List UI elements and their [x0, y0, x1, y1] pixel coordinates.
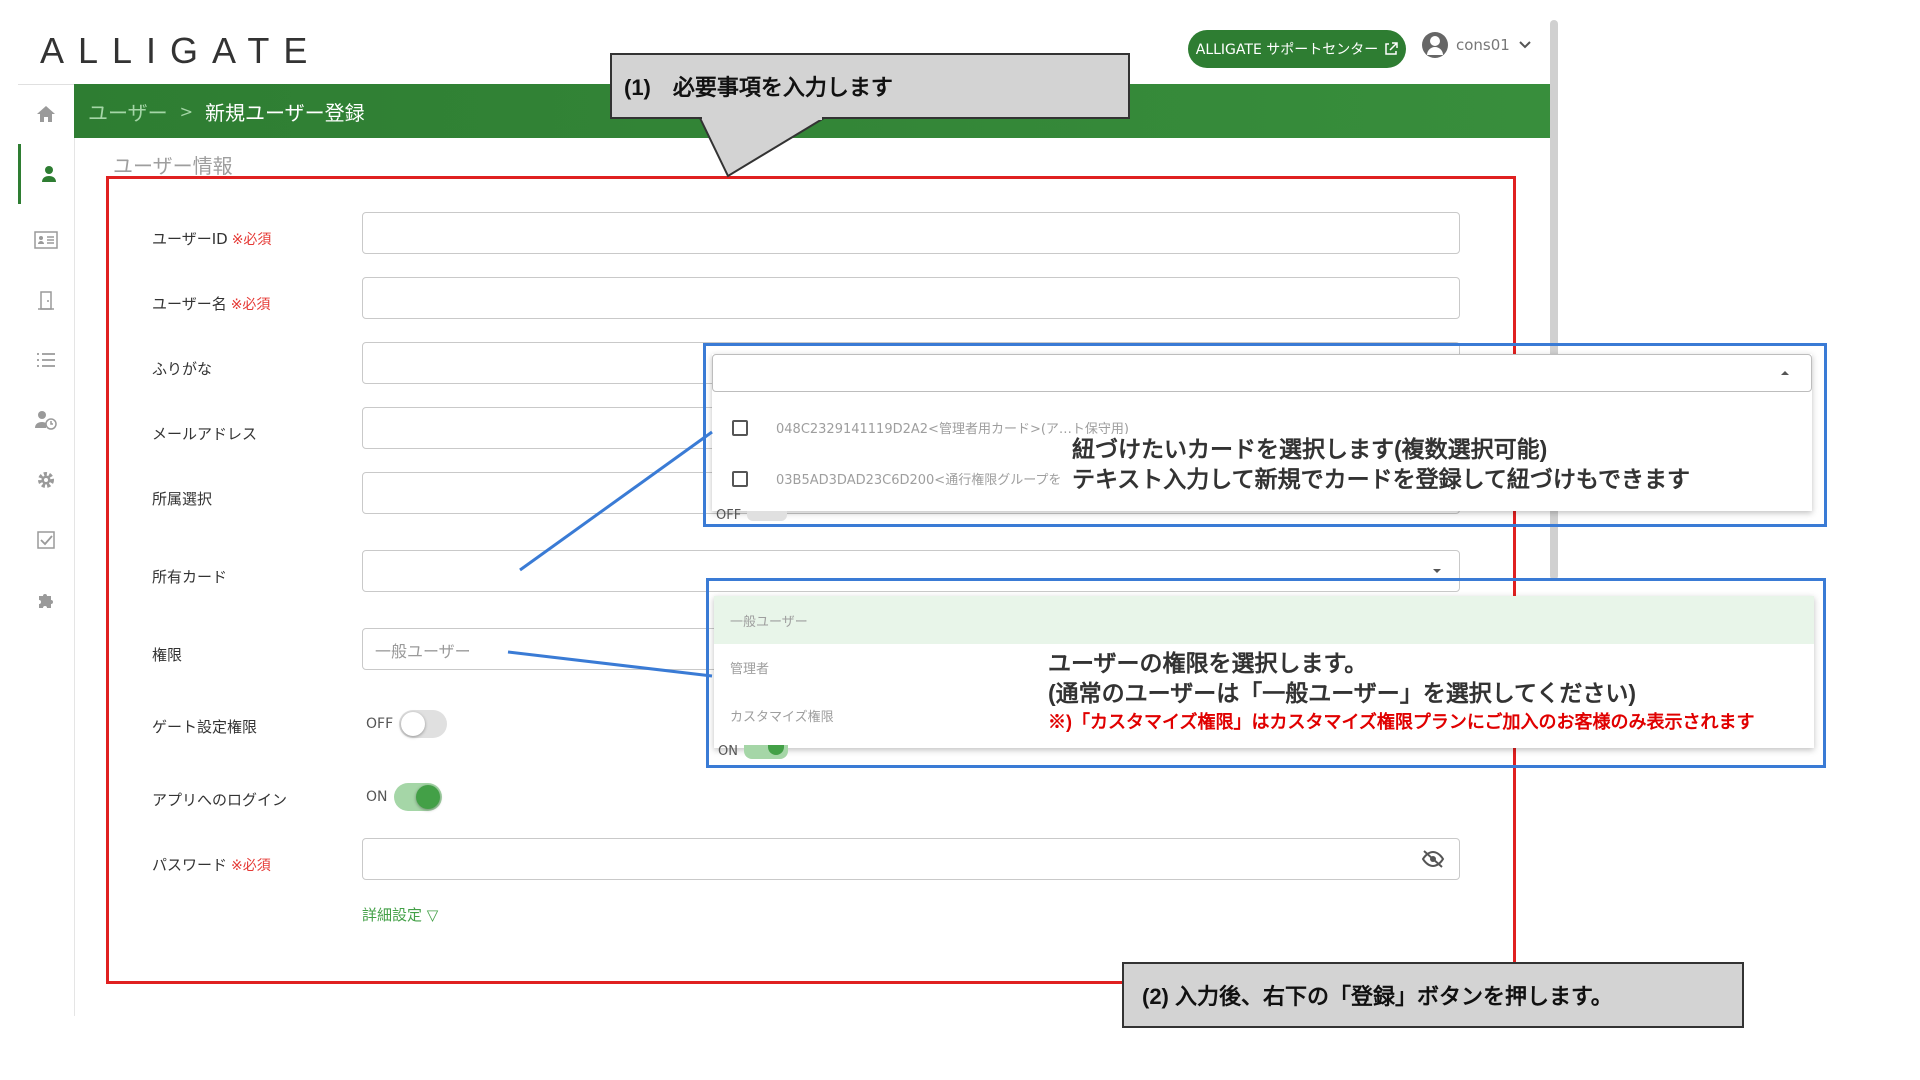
- card-peek-toggle-state: OFF: [716, 508, 742, 523]
- avatar-icon: [1422, 32, 1448, 58]
- gear-icon: [38, 472, 54, 488]
- user-clock-icon: [35, 411, 57, 430]
- gate-permission-toggle[interactable]: OFF: [366, 710, 448, 738]
- section-title: ユーザー情報: [113, 154, 233, 178]
- user-menu[interactable]: cons01: [1422, 32, 1532, 58]
- role-option-admin[interactable]: 管理者: [730, 658, 769, 677]
- checkbox-icon: [37, 531, 55, 549]
- puzzle-icon: [39, 594, 53, 608]
- sidebar-item-approvals[interactable]: [18, 520, 74, 560]
- app-login-toggle-switch[interactable]: [393, 783, 442, 811]
- sidebar-item-home[interactable]: [18, 94, 74, 134]
- user-name-input[interactable]: [362, 277, 1460, 319]
- card-option-label: 03B5AD3DAD23C6D200<通行権限グループを: [776, 473, 1062, 488]
- breadcrumb-parent-link[interactable]: ユーザー: [88, 97, 168, 126]
- step1-callout: (1) 必要事項を入力します: [610, 53, 1130, 119]
- role-select-value: 一般ユーザー: [375, 642, 471, 661]
- role-annotation-note: ※)「カスタマイズ権限」はカスタマイズ権限プランにご加入のお客様のみ表示されます: [1048, 712, 1755, 732]
- caret-down-icon: [1433, 569, 1441, 573]
- step1-callout-pointer: [698, 116, 828, 178]
- card-search-input[interactable]: [712, 354, 1812, 392]
- role-annotation-line2: (通常のユーザーは「一般ユーザー」を選択してください): [1048, 680, 1637, 706]
- card-annotation-line1: 紐づけたいカードを選択します(複数選択可能): [1072, 436, 1548, 462]
- eye-off-icon[interactable]: [1421, 849, 1445, 869]
- app-login-label: アプリへのログイン: [152, 791, 288, 809]
- list-icon: [37, 353, 55, 367]
- sidebar-item-user-schedule[interactable]: [18, 400, 74, 440]
- password-input[interactable]: [362, 838, 1460, 880]
- home-icon: [37, 106, 55, 122]
- user-icon: [42, 166, 56, 182]
- password-label: パスワード ※必須: [152, 856, 271, 874]
- card-dropdown-panel: 048C2329141119D2A2<管理者用カード>(ア…ト保守用) 03B5…: [712, 354, 1812, 511]
- step2-callout: (2) 入力後、右下の「登録」ボタンを押します。: [1122, 962, 1744, 1028]
- sidebar: [18, 86, 75, 1016]
- app-login-toggle-state: ON: [366, 789, 388, 805]
- role-label: 権限: [152, 646, 183, 664]
- required-mark: ※必須: [230, 297, 271, 313]
- caret-up-icon: [1781, 371, 1789, 375]
- gate-toggle-switch[interactable]: [399, 710, 448, 738]
- app-login-toggle[interactable]: ON: [366, 783, 442, 811]
- door-icon: [38, 291, 54, 310]
- sidebar-item-doors[interactable]: [18, 280, 74, 320]
- role-option-custom[interactable]: カスタマイズ権限: [730, 706, 834, 725]
- role-peek-toggle: ON: [718, 744, 788, 759]
- gate-toggle-state: OFF: [366, 716, 394, 732]
- card-option[interactable]: 048C2329141119D2A2<管理者用カード>(ア…ト保守用): [732, 418, 1129, 437]
- required-mark: ※必須: [231, 858, 271, 874]
- user-id-input[interactable]: [362, 212, 1460, 254]
- sidebar-item-plugins[interactable]: [18, 580, 74, 620]
- support-center-button[interactable]: ALLIGATE サポートセンター: [1188, 30, 1406, 68]
- chevron-down-icon: [1519, 41, 1531, 49]
- role-dropdown-panel: 一般ユーザー 管理者 カスタマイズ権限 ユーザーの権限を選択します。 (通常のユ…: [714, 596, 1814, 748]
- card-annotation-line2: テキスト入力して新規でカードを登録して紐づけもできます: [1072, 466, 1691, 492]
- role-peek-toggle-state: ON: [718, 744, 738, 759]
- role-annotation-line1: ユーザーの権限を選択します。: [1048, 650, 1368, 676]
- card-peek-toggle: OFF: [716, 508, 788, 523]
- breadcrumb-current: 新規ユーザー登録: [205, 100, 365, 125]
- role-option-general[interactable]: 一般ユーザー: [714, 596, 1814, 644]
- role-annotation-text: ユーザーの権限を選択します。 (通常のユーザーは「一般ユーザー」を選択してくださ…: [1048, 648, 1755, 734]
- detail-settings-link[interactable]: 詳細設定 ▽: [362, 904, 438, 925]
- furigana-label: ふりがな: [152, 360, 213, 378]
- required-mark: ※必須: [231, 232, 272, 248]
- card-option[interactable]: 03B5AD3DAD23C6D200<通行権限グループを: [732, 469, 1061, 488]
- card-annotation-text: 紐づけたいカードを選択します(複数選択可能) テキスト入力して新規でカードを登録…: [1072, 434, 1802, 494]
- user-name-label: ユーザー名 ※必須: [152, 295, 271, 313]
- user-name: cons01: [1456, 36, 1510, 54]
- email-label: メールアドレス: [152, 425, 258, 443]
- user-id-label: ユーザーID ※必須: [152, 230, 272, 248]
- sidebar-item-settings[interactable]: [18, 460, 74, 500]
- card-label: 所有カード: [152, 568, 228, 586]
- checkbox[interactable]: [732, 419, 748, 436]
- id-card-icon: [34, 231, 58, 249]
- sidebar-item-cards[interactable]: [18, 220, 74, 260]
- checkbox[interactable]: [732, 470, 748, 487]
- sidebar-item-users[interactable]: [18, 144, 77, 204]
- external-link-icon: [1385, 42, 1398, 55]
- sidebar-item-logs[interactable]: [18, 340, 74, 380]
- breadcrumb-separator: >: [179, 101, 194, 121]
- affiliation-label: 所属選択: [152, 490, 213, 508]
- alligate-logo: ALLIGATE: [40, 30, 322, 71]
- support-center-label: ALLIGATE サポートセンター: [1195, 42, 1379, 58]
- gate-permission-label: ゲート設定権限: [152, 718, 258, 736]
